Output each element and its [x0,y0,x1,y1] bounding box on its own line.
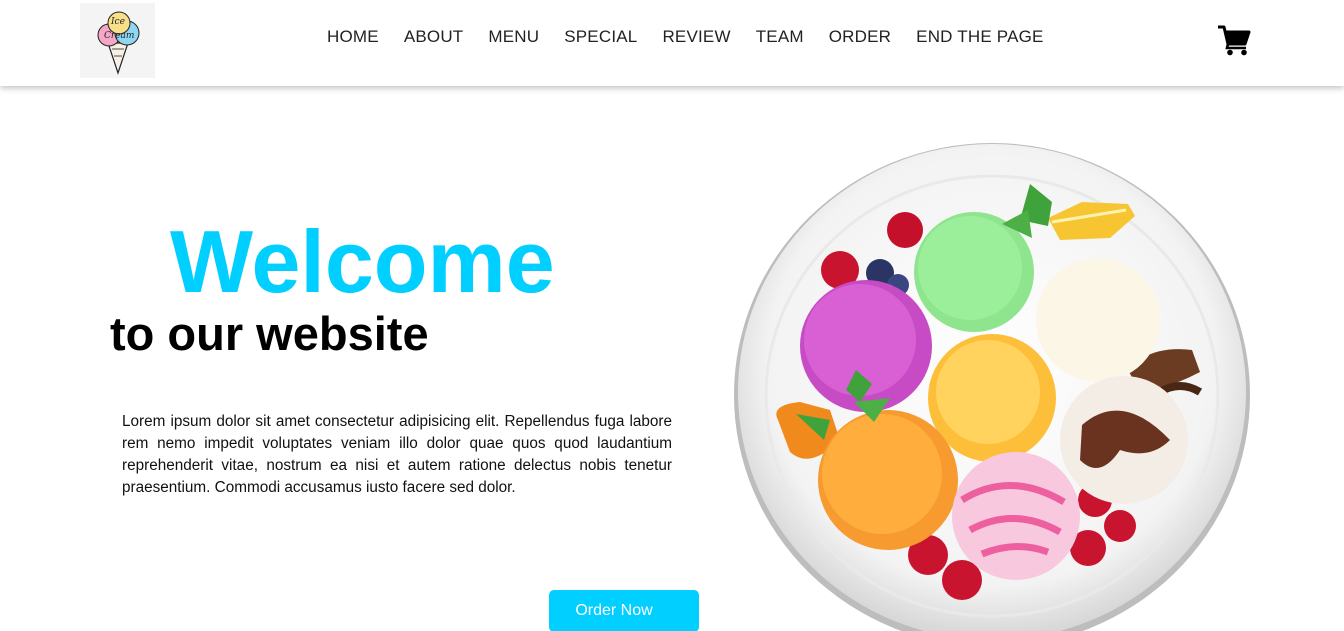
hero-title: Welcome [170,212,555,311]
shopping-cart-icon[interactable] [1217,24,1251,56]
navbar: Ice Cream HOME ABOUT MENU SPECIAL REVIEW… [0,0,1344,86]
logo-text-cream: Cream [104,31,134,41]
nav-link-order[interactable]: ORDER [829,27,891,47]
hero-subtitle: to our website [110,307,429,360]
order-now-button[interactable]: Order Now [549,590,699,631]
nav-link-team[interactable]: TEAM [756,27,804,47]
hero-description: Lorem ipsum dolor sit amet consectetur a… [122,413,672,496]
nav-link-end-the-page[interactable]: END THE PAGE [916,27,1043,47]
ice-cream-plate-image [730,140,1260,631]
nav-link-review[interactable]: REVIEW [662,27,730,47]
ice-cream-logo-icon[interactable]: Ice Cream [80,3,155,78]
nav-link-home[interactable]: HOME [327,27,379,47]
nav-link-special[interactable]: SPECIAL [564,27,637,47]
nav-link-menu[interactable]: MENU [488,27,539,47]
main-nav: HOME ABOUT MENU SPECIAL REVIEW TEAM ORDE… [327,27,1044,47]
logo-text-ice: Ice [110,17,125,27]
nav-link-about[interactable]: ABOUT [404,27,464,47]
